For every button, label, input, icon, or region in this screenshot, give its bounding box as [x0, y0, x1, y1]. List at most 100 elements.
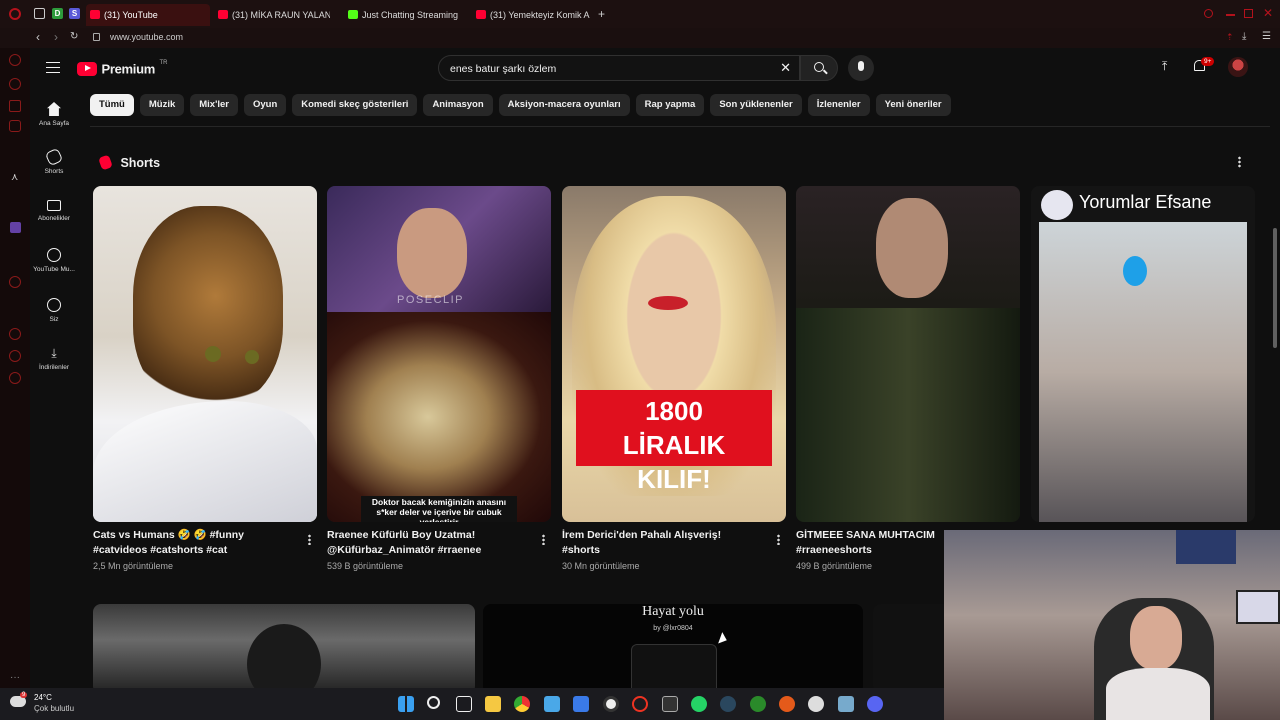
video-card[interactable]	[873, 604, 953, 688]
opera-icon[interactable]	[632, 696, 648, 712]
short-thumbnail[interactable]	[93, 186, 317, 522]
task-view-icon[interactable]	[456, 696, 472, 712]
notes-icon[interactable]	[838, 696, 854, 712]
d-extension-icon[interactable]: D	[52, 8, 63, 19]
search-box[interactable]: enes batur şarkı özlem ✕	[438, 55, 800, 81]
tab-mika-raun[interactable]: (31) MİKA RAUN YALAN M	[214, 4, 330, 26]
bone-animation	[327, 312, 551, 522]
short-views: 30 Mn görüntüleme	[562, 561, 640, 571]
short-title[interactable]: Cats vs Humans 🤣 🤣 #funny #catvideos #ca…	[93, 528, 289, 558]
photos-icon[interactable]	[544, 696, 560, 712]
tab-yemekteyiz[interactable]: (31) Yemekteyiz Komik An	[472, 4, 590, 26]
easy-setup-icon[interactable]: ⇡	[1226, 32, 1234, 43]
guide-menu-icon[interactable]	[46, 62, 60, 73]
epic-games-icon[interactable]	[662, 696, 678, 712]
history-icon[interactable]	[9, 328, 21, 340]
chip-animation[interactable]: Animasyon	[423, 94, 493, 116]
instagram-icon[interactable]	[9, 120, 21, 132]
guide-item-you[interactable]: Siz	[30, 298, 78, 323]
steam-icon[interactable]	[720, 696, 736, 712]
tab-just-chatting[interactable]: Just Chatting Streaming	[344, 4, 464, 26]
s-extension-icon[interactable]: S	[69, 8, 80, 19]
short-thumbnail[interactable]: 1800 LİRALIK KILIF!	[562, 186, 786, 522]
short-card[interactable]: POSECLIP Doktor bacak kemiğinizin anasın…	[327, 186, 551, 571]
browser-menu-icon[interactable]: ☰	[1262, 31, 1271, 42]
chip-music[interactable]: Müzik	[139, 94, 185, 116]
divider	[90, 126, 1270, 127]
opera-menu-icon[interactable]	[9, 8, 21, 20]
shelf-menu-icon[interactable]	[1238, 156, 1241, 168]
voice-search-button[interactable]	[848, 55, 874, 81]
store-icon[interactable]	[573, 696, 589, 712]
aria-icon[interactable]	[9, 54, 21, 66]
avatar[interactable]	[1228, 57, 1248, 77]
chip-all[interactable]: Tümü	[90, 94, 134, 116]
maximize-icon[interactable]	[1244, 9, 1253, 18]
whatsapp-taskbar-icon[interactable]	[691, 696, 707, 712]
chip-watched[interactable]: İzlenenler	[807, 94, 870, 116]
guide-item-subscriptions[interactable]: Abonelikler	[30, 200, 78, 222]
chip-comedy-sketches[interactable]: Komedi skeç gösterileri	[292, 94, 418, 116]
whatsapp-icon[interactable]	[9, 100, 21, 112]
video-card[interactable]	[93, 604, 475, 688]
discord-icon[interactable]	[867, 696, 883, 712]
chip-recently-uploaded[interactable]: Son yüklenenler	[710, 94, 802, 116]
back-icon[interactable]: ‹	[36, 30, 40, 44]
guide-item-home[interactable]: Ana Sayfa	[30, 102, 78, 127]
short-thumbnail[interactable]: Yorumlar Efsane	[1031, 186, 1255, 522]
reload-icon[interactable]: ↻	[70, 31, 78, 42]
clear-search-icon[interactable]: ✕	[780, 60, 791, 76]
guide-item-shorts[interactable]: Shorts	[30, 147, 78, 175]
short-thumbnail[interactable]: POSECLIP Doktor bacak kemiğinizin anasın…	[327, 186, 551, 522]
start-icon[interactable]	[398, 696, 414, 712]
short-title[interactable]: İrem Derici'den Pahalı Alışveriş! #short…	[562, 528, 758, 558]
short-card[interactable]: Cats vs Humans 🤣 🤣 #funny #catvideos #ca…	[93, 186, 317, 571]
short-menu-icon[interactable]	[308, 534, 311, 545]
taskbar-search-icon[interactable]	[427, 696, 440, 709]
chip-gaming[interactable]: Oyun	[243, 94, 287, 116]
short-card[interactable]: Yorumlar Efsane	[1031, 186, 1255, 522]
forward-icon[interactable]: ›	[54, 30, 58, 44]
player-icon[interactable]	[9, 276, 21, 288]
chrome-icon[interactable]	[514, 696, 530, 712]
short-menu-icon[interactable]	[542, 534, 545, 545]
tab-youtube[interactable]: (31) YouTube	[86, 4, 210, 26]
short-card[interactable]: GİTMEEE SANA MUHTACIM #rraeneeshorts 499…	[796, 186, 1020, 571]
chip-action-adventure[interactable]: Aksiyon-macera oyunları	[498, 94, 630, 116]
chip-mixes[interactable]: Mix'ler	[190, 94, 238, 116]
settings-icon[interactable]	[9, 372, 21, 384]
guide-item-youtube-music[interactable]: YouTube Mu...	[30, 248, 78, 273]
twitch-icon[interactable]	[10, 222, 21, 233]
minimize-icon[interactable]	[1226, 14, 1235, 16]
tab-search-icon[interactable]	[34, 8, 45, 19]
scrollbar[interactable]	[1273, 228, 1277, 348]
short-thumbnail[interactable]	[796, 186, 1020, 522]
upload-icon[interactable]: ⤒	[1162, 59, 1167, 74]
chip-rap[interactable]: Rap yapma	[635, 94, 705, 116]
url-field[interactable]: www.youtube.com	[110, 32, 183, 42]
kick-icon[interactable]: ⋏	[11, 172, 18, 183]
guide-item-downloads[interactable]: ⤓ İndirilenler	[30, 346, 78, 371]
short-menu-icon[interactable]	[777, 534, 780, 545]
price-banner-text: 1800 LİRALIK KILIF!	[622, 396, 726, 494]
more-sidebar-icon[interactable]: ···	[10, 672, 20, 683]
chip-new-to-you[interactable]: Yeni öneriler	[875, 94, 951, 116]
download-icon[interactable]: ⤓	[1242, 31, 1246, 42]
new-tab-button[interactable]: +	[598, 7, 605, 21]
messenger-icon[interactable]	[9, 78, 21, 90]
video-card[interactable]: Hayat yolu by @lxr0804	[483, 604, 863, 688]
game-bar-icon[interactable]	[808, 696, 824, 712]
search-button[interactable]	[800, 55, 838, 81]
pinboard-icon[interactable]	[9, 350, 21, 362]
lips	[648, 296, 688, 310]
game-launcher-icon[interactable]	[779, 696, 795, 712]
short-title[interactable]: Rraenee Küfürlü Boy Uzatma! @Küfürbaz_An…	[327, 528, 523, 558]
window-search-icon[interactable]	[1204, 9, 1213, 18]
short-card[interactable]: 1800 LİRALIK KILIF! İrem Derici'den Paha…	[562, 186, 786, 571]
youtube-logo[interactable]: Premium TR	[77, 60, 167, 76]
close-window-icon[interactable]: ✕	[1263, 6, 1273, 20]
xbox-icon[interactable]	[750, 696, 766, 712]
file-explorer-icon[interactable]	[485, 696, 501, 712]
obs-icon[interactable]	[603, 696, 619, 712]
search-input[interactable]: enes batur şarkı özlem	[450, 63, 556, 75]
